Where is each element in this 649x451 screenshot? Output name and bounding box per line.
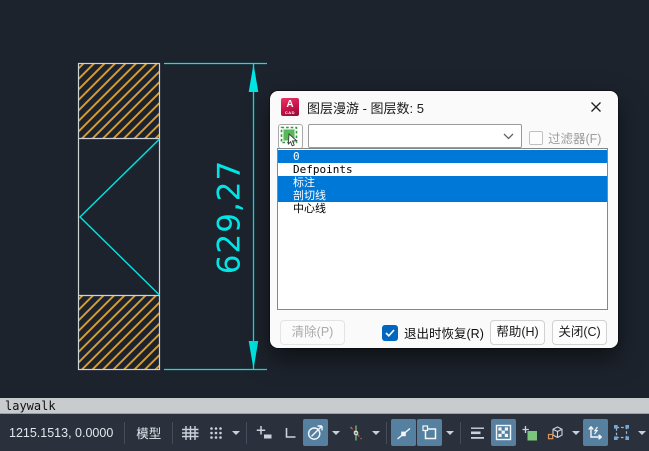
polar-tracking-icon[interactable]: [303, 419, 329, 446]
coordinates-display[interactable]: 1215.1513, 0.0000: [4, 426, 120, 440]
clear-button[interactable]: 清除(P): [280, 320, 345, 345]
dynamic-ucs-icon[interactable]: [583, 419, 609, 446]
chevron-down-icon[interactable]: [503, 133, 521, 140]
dimension-arrow-bottom: [248, 341, 259, 369]
object-snap-2d-icon[interactable]: [391, 419, 417, 446]
selection-marquee-icon: [280, 126, 298, 147]
separator: [460, 421, 462, 444]
layer-list-item[interactable]: 标注: [278, 176, 607, 189]
layer-list-item[interactable]: 中心线: [278, 202, 607, 215]
hatch-section-bottom[interactable]: [79, 296, 159, 369]
transparency-icon[interactable]: [491, 419, 517, 446]
model-space-button[interactable]: 模型: [129, 418, 168, 447]
dialog-title: 图层漫游 - 图层数: 5: [307, 100, 425, 116]
close-icon[interactable]: [582, 95, 610, 119]
filter-checkbox-label: 过滤器(F): [548, 132, 602, 146]
separator: [246, 421, 248, 444]
layer-list-item[interactable]: 0: [278, 150, 607, 163]
chevron-down-icon[interactable]: [443, 419, 456, 446]
grid-icon[interactable]: [177, 419, 202, 446]
autocad-logo-icon: A CAD: [281, 98, 299, 116]
hatch-section-top[interactable]: [79, 64, 159, 138]
checkbox-unchecked-icon: [529, 130, 543, 145]
chevron-down-icon[interactable]: [229, 419, 242, 446]
lineweight-icon[interactable]: [465, 419, 490, 446]
chevron-down-icon[interactable]: [369, 419, 382, 446]
restore-on-exit-checkbox[interactable]: 退出时恢复(R): [382, 323, 484, 342]
dynamic-input-icon[interactable]: [251, 419, 276, 446]
layer-name-combobox[interactable]: [308, 124, 522, 148]
separator: [172, 421, 174, 444]
filter-checkbox[interactable]: 过滤器(F): [529, 128, 601, 147]
status-bar: 1215.1513, 0.0000 模型: [0, 414, 649, 451]
ortho-mode-icon[interactable]: [277, 419, 302, 446]
dimension-arrow-top: [248, 64, 259, 92]
selection-cycling-icon[interactable]: [517, 419, 542, 446]
chevron-down-icon[interactable]: [635, 419, 648, 446]
layer-walk-dialog: A CAD 图层漫游 - 图层数: 5 过滤器(F) 0 Defpoints 标…: [270, 91, 618, 348]
annotation-objects-icon[interactable]: [417, 419, 443, 446]
separator: [386, 421, 388, 444]
dialog-titlebar[interactable]: A CAD 图层漫游 - 图层数: 5: [270, 91, 618, 123]
select-objects-button[interactable]: [278, 124, 303, 149]
help-button[interactable]: 帮助(H): [490, 320, 545, 345]
command-line[interactable]: laywalk: [0, 398, 649, 414]
object-snap-3d-icon[interactable]: [543, 419, 568, 446]
checkbox-checked-icon: [382, 324, 398, 341]
autocad-window: 629,27 A CAD 图层漫游 - 图层数: 5 过滤器(F) 0 Defp…: [0, 0, 649, 451]
snap-mode-icon[interactable]: [203, 419, 228, 446]
separator: [124, 421, 126, 444]
chevron-down-icon[interactable]: [329, 419, 342, 446]
command-line-text: laywalk: [5, 399, 56, 413]
layer-list-item[interactable]: 剖切线: [278, 189, 607, 202]
restore-checkbox-label: 退出时恢复(R): [404, 327, 484, 341]
chevron-down-icon[interactable]: [569, 419, 582, 446]
chevron-lines[interactable]: [79, 138, 160, 296]
layer-list[interactable]: 0 Defpoints 标注 剖切线 中心线: [277, 148, 608, 310]
layer-list-item[interactable]: Defpoints: [278, 163, 607, 176]
dimension-text[interactable]: 629,27: [212, 160, 248, 274]
object-snap-tracking-icon[interactable]: [343, 419, 368, 446]
close-button[interactable]: 关闭(C): [552, 320, 607, 345]
selection-filtering-icon[interactable]: [609, 419, 634, 446]
